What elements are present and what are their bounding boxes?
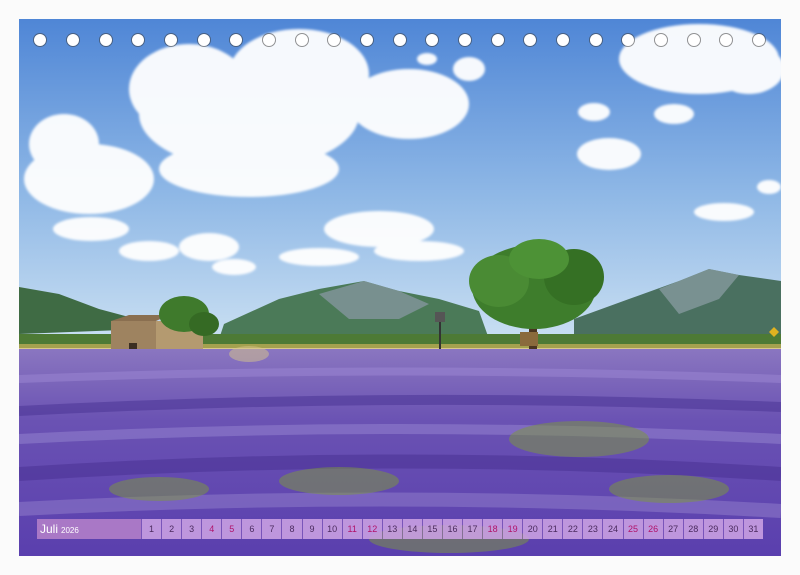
binding-ring: [165, 34, 177, 46]
calendar-page: Juli 2026 1 2 3 4 5 6 7 8 9 10 11 12 13 14 15 16 17 18 19 2…: [0, 0, 800, 575]
binding-ring: [590, 34, 602, 46]
day-cell: 22: [563, 519, 583, 539]
binding-ring: [100, 34, 112, 46]
day-cell: 3: [182, 519, 202, 539]
wooden-sign: [520, 332, 538, 346]
month-name: Juli: [40, 522, 59, 536]
binding-ring: [230, 34, 242, 46]
binding-ring: [557, 34, 569, 46]
landscape-illustration: [19, 19, 781, 556]
day-cell: 10: [322, 519, 342, 539]
calendar-strip: Juli 2026 1 2 3 4 5 6 7 8 9 10 11 12 13 14 15 16 17 18 19 2…: [37, 519, 763, 539]
binding-ring: [328, 34, 340, 46]
binding-rings: [19, 34, 781, 52]
day-cell: 24: [603, 519, 623, 539]
day-cell: 29: [703, 519, 723, 539]
day-cell: 26: [643, 519, 663, 539]
binding-ring: [459, 34, 471, 46]
day-cell: 18: [483, 519, 503, 539]
binding-ring: [198, 34, 210, 46]
binding-ring: [34, 34, 46, 46]
month-label: Juli 2026: [37, 519, 141, 539]
binding-ring: [655, 34, 667, 46]
binding-ring: [753, 34, 765, 46]
day-cell: 11: [342, 519, 362, 539]
day-cell: 28: [683, 519, 703, 539]
lavender-field-photo: [19, 19, 781, 556]
day-cell: 15: [422, 519, 442, 539]
binding-ring: [492, 34, 504, 46]
binding-ring: [361, 34, 373, 46]
month-year: 2026: [61, 525, 79, 535]
binding-ring: [720, 34, 732, 46]
day-cell: 6: [242, 519, 262, 539]
binding-ring: [67, 34, 79, 46]
day-cell: 14: [402, 519, 422, 539]
day-cell: 17: [463, 519, 483, 539]
day-cell: 30: [723, 519, 743, 539]
day-cell: 21: [543, 519, 563, 539]
binding-ring: [394, 34, 406, 46]
day-cell: 2: [162, 519, 182, 539]
binding-ring: [132, 34, 144, 46]
day-cell: 9: [302, 519, 322, 539]
day-cell: 12: [362, 519, 382, 539]
day-cell: 1: [142, 519, 162, 539]
day-cell: 7: [262, 519, 282, 539]
binding-ring: [426, 34, 438, 46]
binding-ring: [296, 34, 308, 46]
binding-ring: [263, 34, 275, 46]
day-cell: 8: [282, 519, 302, 539]
day-cell: 5: [222, 519, 242, 539]
day-cell: 31: [743, 519, 763, 539]
day-cell: 13: [382, 519, 402, 539]
binding-ring: [688, 34, 700, 46]
day-cell: 4: [202, 519, 222, 539]
day-cell: 20: [523, 519, 543, 539]
day-cell: 23: [583, 519, 603, 539]
day-cells: 1 2 3 4 5 6 7 8 9 10 11 12 13 14 15 16 17 18 19 20 21 22 23 24 2…: [141, 519, 763, 539]
day-cell: 25: [623, 519, 643, 539]
day-cell: 19: [503, 519, 523, 539]
day-cell: 16: [442, 519, 462, 539]
day-cell: 27: [663, 519, 683, 539]
binding-ring: [524, 34, 536, 46]
binding-ring: [622, 34, 634, 46]
